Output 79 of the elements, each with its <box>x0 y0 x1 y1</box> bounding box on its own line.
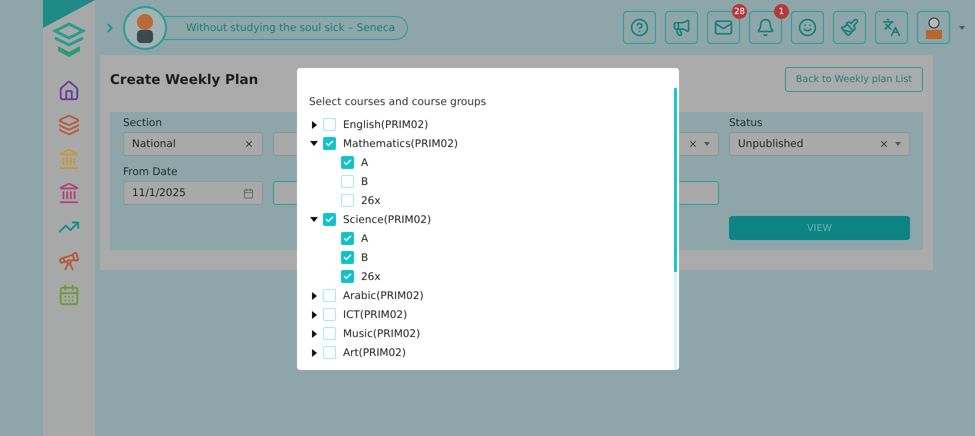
clear-icon[interactable] <box>244 139 254 149</box>
help-button[interactable] <box>623 11 656 44</box>
checkbox[interactable] <box>341 232 354 245</box>
translate-icon <box>882 18 901 37</box>
check-icon <box>343 158 352 167</box>
expand-toggle[interactable] <box>310 141 318 146</box>
expand-toggle[interactable] <box>312 310 316 318</box>
smiley-icon <box>798 18 817 37</box>
bank-icon[interactable] <box>58 148 80 170</box>
translate-button[interactable] <box>875 11 908 44</box>
mail-icon <box>714 18 733 37</box>
course-label: Science(PRIM02) <box>343 214 432 226</box>
brush-icon <box>840 18 859 37</box>
checkbox[interactable] <box>341 175 354 188</box>
course-label: ICT(PRIM02) <box>343 308 408 320</box>
calendar-icon[interactable] <box>58 284 80 306</box>
course-label: 26x <box>361 270 381 282</box>
expand-toggle[interactable] <box>312 120 316 128</box>
checkbox[interactable] <box>341 270 354 283</box>
clear-icon[interactable] <box>879 139 889 149</box>
dropdown-caret-icon[interactable] <box>704 142 710 146</box>
checkbox[interactable] <box>341 156 354 169</box>
checkbox[interactable] <box>323 289 336 302</box>
count-badge: 28 <box>732 4 747 19</box>
dropdown-caret-icon[interactable] <box>895 142 901 146</box>
help-icon <box>630 18 649 37</box>
check-icon <box>325 215 334 224</box>
checkbox[interactable] <box>323 346 336 359</box>
check-icon <box>343 253 352 262</box>
corner-flag <box>43 0 95 28</box>
course-label: A <box>361 232 368 244</box>
person-icon <box>924 16 944 40</box>
count-badge: 1 <box>774 4 789 19</box>
megaphone-icon <box>672 18 691 37</box>
expand-toggle[interactable] <box>312 330 316 338</box>
course-label: A <box>361 156 368 168</box>
course-label: Music(PRIM02) <box>343 328 420 340</box>
course-label: Arabic(PRIM02) <box>343 290 424 302</box>
course-label: B <box>361 252 368 264</box>
course-label: B <box>361 176 368 188</box>
date-field[interactable]: 11/1/2025 <box>123 181 263 205</box>
bank-icon[interactable] <box>58 182 80 204</box>
checkbox[interactable] <box>323 327 336 340</box>
smiley-button[interactable] <box>791 11 824 44</box>
field-label: Section <box>123 117 164 129</box>
field-label: From Date <box>123 166 178 178</box>
check-icon <box>343 234 352 243</box>
page-title: Create Weekly Plan <box>110 72 258 88</box>
check-icon <box>325 139 334 148</box>
calendar-icon[interactable] <box>243 188 254 198</box>
expand-toggle[interactable] <box>312 348 316 356</box>
checkbox[interactable] <box>323 118 336 131</box>
checkbox[interactable] <box>323 137 336 150</box>
course-label: 26x <box>361 194 381 206</box>
expand-toggle[interactable] <box>310 217 318 222</box>
layers-icon[interactable] <box>58 114 80 136</box>
checkbox[interactable] <box>341 194 354 207</box>
course-label: Mathematics(PRIM02) <box>343 138 458 150</box>
avatar <box>123 6 167 50</box>
checkbox[interactable] <box>323 213 336 226</box>
megaphone-button[interactable] <box>665 11 698 44</box>
dialog-heading: Select courses and course groups <box>309 96 488 108</box>
telescope-icon[interactable] <box>58 250 80 272</box>
dropdown-caret-icon[interactable] <box>959 26 965 30</box>
expand-toggle[interactable] <box>312 292 316 300</box>
logo-icon <box>52 22 86 58</box>
check-icon <box>343 272 352 281</box>
checkbox[interactable] <box>323 308 336 321</box>
checkbox[interactable] <box>341 251 354 264</box>
brush-button[interactable] <box>833 11 866 44</box>
course-label: Art(PRIM02) <box>343 346 406 358</box>
profile-button[interactable] <box>917 11 950 44</box>
course-label: English(PRIM02) <box>343 118 428 130</box>
status-select[interactable]: Unpublished <box>729 132 910 156</box>
house-icon[interactable] <box>58 80 80 102</box>
field-label: Status <box>729 117 764 129</box>
section-select[interactable]: National <box>123 132 263 156</box>
clear-icon[interactable] <box>688 139 698 149</box>
bell-icon <box>756 18 775 37</box>
